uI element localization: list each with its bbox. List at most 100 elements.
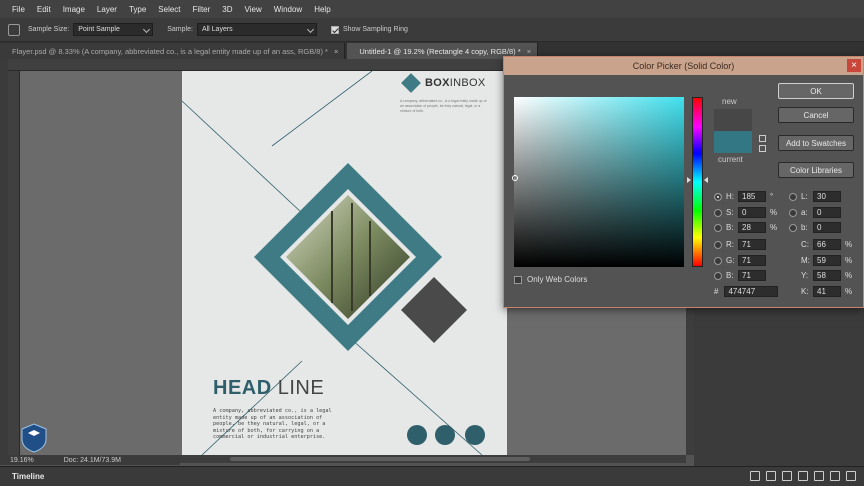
black-field[interactable]: 41: [813, 286, 841, 297]
lab-a-radio[interactable]: [789, 208, 797, 217]
hue-arrow-right-icon[interactable]: [704, 177, 708, 183]
yellow-field[interactable]: 58: [813, 270, 841, 281]
current-color-swatch[interactable]: [714, 131, 752, 153]
close-icon[interactable]: ×: [527, 47, 531, 56]
brand-name: BOXINBOX: [425, 77, 486, 89]
color-field[interactable]: [514, 97, 684, 267]
ok-button[interactable]: OK: [778, 83, 854, 99]
lab-b-field[interactable]: 0: [813, 222, 841, 233]
status-bar: 19.16% Doc: 24.1M/73.9M: [0, 455, 180, 465]
folder-icon[interactable]: [814, 471, 824, 481]
magenta-field[interactable]: 59: [813, 255, 841, 266]
cyan-field[interactable]: 66: [813, 239, 841, 250]
red-field[interactable]: 71: [738, 239, 766, 250]
fx-icon[interactable]: [766, 471, 776, 481]
lab-l-field[interactable]: 30: [813, 191, 841, 202]
hue-arrow-left-icon[interactable]: [687, 177, 691, 183]
lab-l-row: L: 30: [789, 191, 841, 202]
menu-file[interactable]: File: [12, 5, 25, 14]
only-web-colors: Only Web Colors: [514, 275, 587, 284]
green-field[interactable]: 71: [738, 255, 766, 266]
web-safe-icon[interactable]: [759, 145, 766, 152]
brightness-field[interactable]: 28: [738, 222, 766, 233]
sample-size-select[interactable]: Point Sample: [73, 23, 154, 36]
color-field-marker[interactable]: [512, 175, 518, 181]
doc-size[interactable]: Doc: 24.1M/73.9M: [64, 457, 121, 464]
close-icon[interactable]: ×: [847, 59, 861, 72]
menu-image[interactable]: Image: [63, 5, 85, 14]
menu-window[interactable]: Window: [274, 5, 302, 14]
hue-slider[interactable]: [692, 97, 703, 267]
hex-field[interactable]: 474747: [724, 286, 779, 297]
horizontal-scroll-thumb[interactable]: [230, 457, 530, 461]
menu-help[interactable]: Help: [314, 5, 330, 14]
adjustment-icon[interactable]: [798, 471, 808, 481]
brightness-radio[interactable]: [714, 223, 722, 232]
new-color-label: new: [722, 97, 737, 106]
menu-edit[interactable]: Edit: [37, 5, 51, 14]
yellow-row: Y: 58%: [801, 270, 853, 281]
hue-row: H: 185 °: [714, 191, 780, 202]
cyan-row: C: 66%: [801, 239, 853, 250]
dialog-title: Color Picker (Solid Color): [632, 61, 735, 71]
hex-row: # 474747: [714, 286, 779, 297]
magenta-row: M: 59%: [801, 255, 853, 266]
lab-b-radio[interactable]: [789, 223, 797, 232]
gamut-warning-icon[interactable]: [759, 135, 766, 142]
new-color-swatch: [714, 109, 752, 131]
timeline-tab[interactable]: Timeline: [12, 472, 44, 481]
new-layer-icon[interactable]: [830, 471, 840, 481]
sample-select[interactable]: All Layers: [196, 23, 317, 36]
sample-value: All Layers: [201, 26, 233, 33]
eyedropper-icon[interactable]: [8, 23, 20, 36]
saturation-field[interactable]: 0: [738, 207, 766, 218]
only-web-colors-label: Only Web Colors: [527, 275, 588, 284]
cancel-button[interactable]: Cancel: [778, 107, 854, 123]
zoom-level[interactable]: 19.16%: [10, 457, 34, 464]
close-icon[interactable]: ×: [334, 47, 338, 56]
show-sampling-ring-checkbox[interactable]: [330, 25, 339, 34]
menu-select[interactable]: Select: [158, 5, 180, 14]
color-picker-dialog: Color Picker (Solid Color) × new current…: [503, 56, 864, 308]
lab-a-row: a: 0: [789, 207, 841, 218]
sample-size-label: Sample Size:: [28, 26, 70, 33]
sample-label: Sample:: [167, 26, 193, 33]
brand-logo: BOXINBOX: [401, 73, 486, 93]
tools-panel[interactable]: [0, 59, 8, 459]
trash-icon[interactable]: [846, 471, 856, 481]
tab-flayer[interactable]: Flayer.psd @ 8.33% (A company, abbreviat…: [0, 43, 346, 59]
hue-radio[interactable]: [714, 192, 722, 201]
add-to-swatches-button[interactable]: Add to Swatches: [778, 135, 854, 151]
blue-field[interactable]: 71: [738, 270, 766, 281]
blue-radio[interactable]: [714, 271, 722, 280]
document-page[interactable]: BOXINBOX A company, abbreviated co., is …: [182, 71, 507, 455]
menu-bar: File Edit Image Layer Type Select Filter…: [0, 0, 864, 18]
lab-b-row: b: 0: [789, 222, 841, 233]
brightness-row: B: 28%: [714, 222, 780, 233]
menu-type[interactable]: Type: [129, 5, 146, 14]
sample-size-value: Point Sample: [78, 26, 120, 33]
red-radio[interactable]: [714, 240, 722, 249]
link-icon[interactable]: [750, 471, 760, 481]
body-text: A company, abbreviated co., is a legal e…: [213, 408, 332, 440]
green-radio[interactable]: [714, 256, 722, 265]
hue-field[interactable]: 185: [738, 191, 766, 202]
only-web-colors-checkbox[interactable]: [514, 275, 522, 284]
lab-a-field[interactable]: 0: [813, 207, 841, 218]
globe-icon: [465, 425, 485, 445]
menu-3d[interactable]: 3D: [222, 5, 232, 14]
color-libraries-button[interactable]: Color Libraries: [778, 162, 854, 178]
menu-filter[interactable]: Filter: [193, 5, 211, 14]
vertical-ruler[interactable]: [8, 71, 20, 455]
black-row: K: 41%: [801, 286, 853, 297]
lab-l-radio[interactable]: [789, 192, 797, 201]
menu-view[interactable]: View: [245, 5, 262, 14]
mask-icon[interactable]: [782, 471, 792, 481]
menu-layer[interactable]: Layer: [97, 5, 117, 14]
tab-label: Untitled-1 @ 19.2% (Rectangle 4 copy, RG…: [359, 46, 521, 56]
saturation-radio[interactable]: [714, 208, 722, 217]
dialog-title-bar[interactable]: Color Picker (Solid Color): [504, 57, 863, 75]
chevron-down-icon: [143, 25, 151, 34]
brand-mark-icon: [401, 73, 421, 93]
watermark-logo: [20, 423, 48, 453]
